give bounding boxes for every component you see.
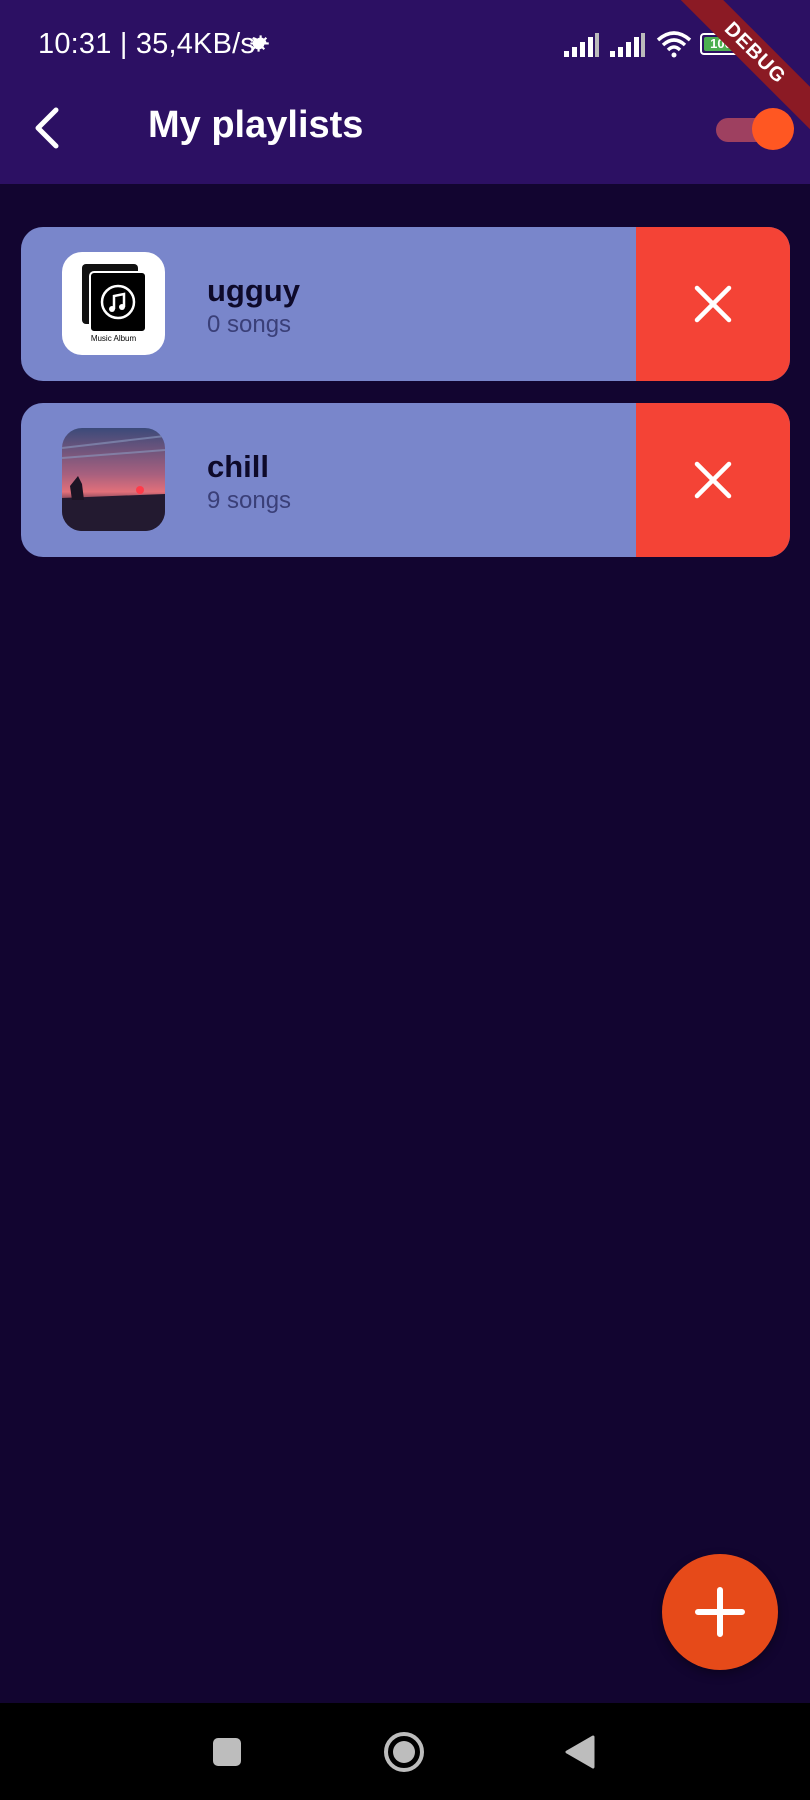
gear-icon bbox=[250, 35, 269, 52]
sunset-cover-image bbox=[62, 428, 165, 531]
toggle-thumb bbox=[752, 108, 794, 150]
playlist-song-count: 0 songs bbox=[207, 311, 292, 338]
playlist-cover bbox=[62, 428, 165, 531]
playlist-name: ugguy bbox=[207, 273, 300, 308]
back-button[interactable] bbox=[22, 100, 72, 156]
app-bar: 10:31 | 35,4KB/s 100 My playlists bbox=[0, 0, 810, 184]
page-title: My playlists bbox=[148, 104, 364, 146]
triangle-back-icon bbox=[565, 1735, 595, 1769]
delete-playlist-button[interactable] bbox=[636, 403, 790, 557]
signal-icon bbox=[564, 33, 599, 57]
close-icon bbox=[694, 285, 732, 323]
plus-icon bbox=[695, 1587, 745, 1637]
circle-icon bbox=[384, 1732, 424, 1772]
back-nav-button[interactable] bbox=[560, 1731, 602, 1773]
delete-playlist-button[interactable] bbox=[636, 227, 790, 381]
playlist-card-chill[interactable]: chill 9 songs bbox=[21, 403, 790, 557]
playlist-card-ugguy[interactable]: Music Album ugguy 0 songs bbox=[21, 227, 790, 381]
chevron-left-icon bbox=[35, 107, 59, 149]
signal-icon-2 bbox=[610, 33, 645, 57]
playlist-song-count: 9 songs bbox=[207, 487, 292, 514]
theme-toggle[interactable] bbox=[714, 108, 794, 150]
wifi-icon bbox=[656, 31, 692, 58]
system-nav-bar bbox=[0, 1703, 810, 1800]
close-icon bbox=[694, 461, 732, 499]
square-icon bbox=[213, 1738, 241, 1766]
playlist-cover: Music Album bbox=[62, 252, 165, 355]
status-time-speed: 10:31 | 35,4KB/s bbox=[38, 28, 256, 60]
cover-caption: Music Album bbox=[90, 334, 137, 343]
recents-button[interactable] bbox=[206, 1731, 248, 1773]
home-button[interactable] bbox=[383, 1731, 425, 1773]
add-playlist-button[interactable] bbox=[662, 1554, 778, 1670]
status-bar: 10:31 | 35,4KB/s 100 bbox=[0, 0, 810, 92]
playlist-name: chill bbox=[207, 449, 270, 484]
